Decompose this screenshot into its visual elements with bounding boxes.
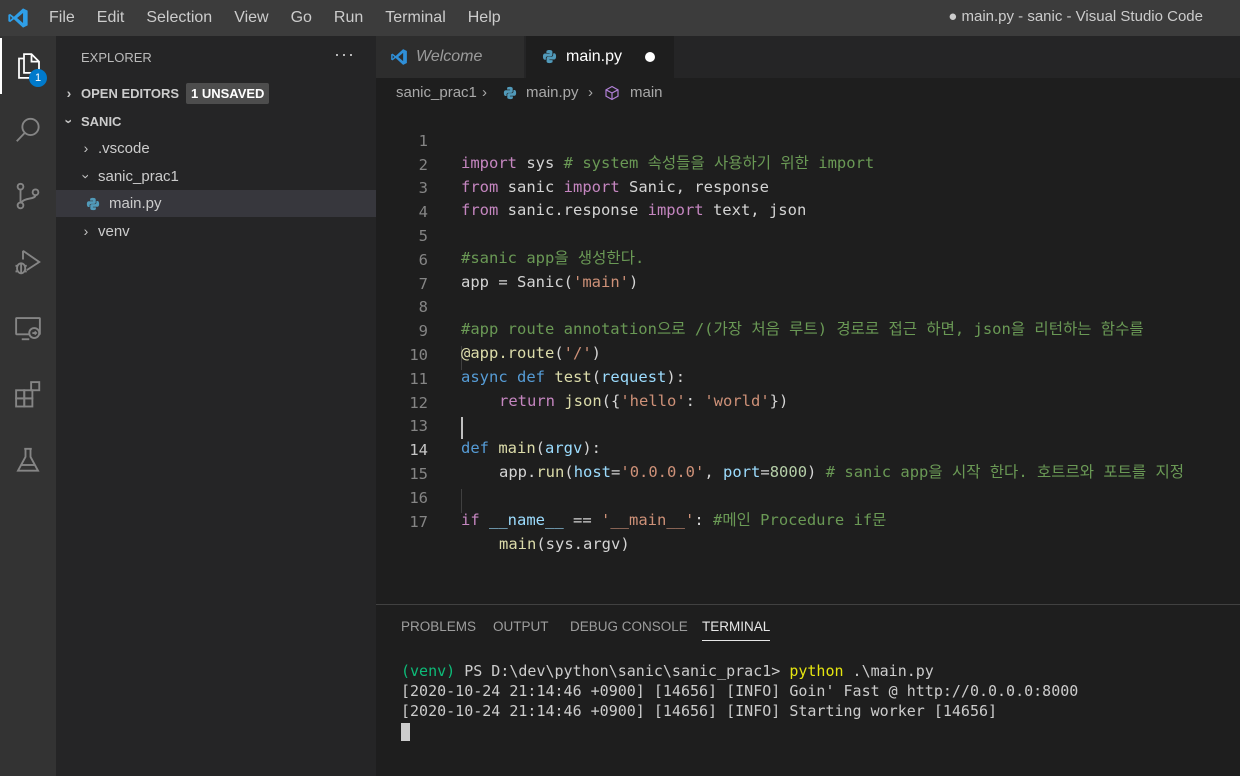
terminal-line: [2020-10-24 21:14:46 +0900] [14656] [INF… (401, 682, 1079, 700)
tree-item-label: main.py (109, 195, 162, 212)
code-line: 5 #sanic app을 생성한다. (418, 227, 645, 267)
explorer-title: EXPLORER (81, 50, 152, 65)
workspace-section[interactable]: › SANIC (56, 108, 376, 135)
bottom-panel: PROBLEMS OUTPUT DEBUG CONSOLE TERMINAL (… (376, 604, 1240, 776)
tree-item-label: venv (98, 223, 130, 240)
remote-explorer-activity-button[interactable] (0, 300, 56, 356)
more-actions-button[interactable]: ··· (334, 44, 355, 65)
run-debug-activity-button[interactable] (0, 234, 56, 290)
activity-bar: 1 (0, 36, 56, 776)
explorer-badge: 1 (29, 69, 47, 87)
menu-selection[interactable]: Selection (135, 0, 223, 36)
code-editor[interactable]: 1 import sys # system 속성들을 사용하기 위한 impor… (376, 108, 1240, 604)
python-file-icon (503, 86, 517, 100)
tab-output[interactable]: OUTPUT (493, 619, 549, 634)
code-line: 1 import sys # system 속성들을 사용하기 위한 impor… (418, 132, 875, 172)
flask-icon (16, 447, 40, 472)
tab-terminal[interactable]: TERMINAL (702, 619, 771, 641)
terminal-output[interactable]: (venv) PS D:\dev\python\sanic\sanic_prac… (401, 661, 1078, 741)
chevron-right-icon: › (482, 84, 487, 101)
menu-run[interactable]: Run (323, 0, 374, 36)
search-activity-button[interactable] (0, 102, 56, 158)
code-line: 15 (409, 465, 428, 483)
prompt-path: PS D:\dev\python\sanic\sanic_prac1> (455, 662, 790, 680)
workspace-label: SANIC (81, 114, 122, 129)
command-arg: .\main.py (843, 662, 934, 680)
editor-tabs: Welcome main.py (376, 36, 1240, 78)
terminal-line: [2020-10-24 21:14:46 +0900] [14656] [INF… (401, 702, 998, 720)
open-editors-section[interactable]: › OPEN EDITORS 1 UNSAVED (56, 80, 376, 107)
code-line: 12 (409, 394, 428, 412)
tab-welcome[interactable]: Welcome (376, 36, 524, 78)
code-line: 16 if __name__ == '__main__': #메인 Proced… (409, 489, 887, 529)
run-debug-icon (15, 249, 41, 275)
vscode-logo-icon (391, 49, 407, 65)
extensions-activity-button[interactable] (0, 366, 56, 422)
menu-bar: File Edit Selection View Go Run Terminal… (38, 0, 512, 36)
command-exe: python (789, 662, 844, 680)
breadcrumb-symbol[interactable]: main (630, 78, 663, 108)
python-file-icon (542, 49, 557, 64)
remote-explorer-icon (15, 317, 41, 341)
code-line: 14 app.run(host='0.0.0.0', port=8000) # … (409, 441, 1184, 481)
tab-debug-console[interactable]: DEBUG CONSOLE (570, 619, 688, 634)
menu-help[interactable]: Help (457, 0, 512, 36)
tree-item-venv[interactable]: › venv (56, 218, 376, 245)
window-title: ● main.py - sanic - Visual Studio Code (948, 8, 1203, 25)
breadcrumb-folder[interactable]: sanic_prac1 (396, 78, 477, 108)
tree-item-label: .vscode (98, 140, 150, 157)
terminal-line: (venv) PS D:\dev\python\sanic\sanic_prac… (401, 662, 934, 680)
explorer-sidebar: EXPLORER ··· › OPEN EDITORS 1 UNSAVED › … (56, 36, 376, 776)
tab-main-py[interactable]: main.py (526, 36, 674, 78)
open-editors-label: OPEN EDITORS (81, 86, 180, 101)
chevron-down-icon: › (61, 119, 78, 124)
code-line: 10 async def test(request): (409, 346, 686, 386)
tree-item-label: sanic_prac1 (98, 168, 179, 185)
python-file-icon (86, 197, 100, 211)
chevron-right-icon: › (588, 84, 593, 101)
source-control-activity-button[interactable] (0, 168, 56, 224)
chevron-right-icon: › (83, 140, 89, 156)
code-line: 2 from sanic import Sanic, response (418, 156, 769, 196)
explorer-activity-button[interactable]: 1 (0, 38, 56, 94)
tab-label: main.py (566, 48, 623, 65)
tree-item-vscode[interactable]: › .vscode (56, 135, 376, 162)
unsaved-dot-icon[interactable] (645, 52, 655, 62)
tab-label: Welcome (416, 48, 483, 65)
chevron-down-icon: › (78, 174, 95, 179)
extensions-icon (15, 381, 41, 408)
title-bar: File Edit Selection View Go Run Terminal… (0, 0, 1240, 36)
chevron-right-icon: › (83, 223, 89, 239)
search-icon (16, 117, 40, 142)
testing-activity-button[interactable] (0, 432, 56, 488)
code-line: 17 main(sys.argv) (409, 513, 630, 553)
vscode-logo-icon (8, 8, 28, 28)
tree-item-main-py[interactable]: main.py (56, 190, 376, 217)
source-control-icon (16, 182, 40, 210)
unsaved-badge: 1 UNSAVED (186, 83, 270, 104)
code-line: 9 @app.route('/') (418, 322, 602, 362)
code-line: 7 (418, 275, 428, 293)
code-line: 8 #app route annotation으로 /(가장 처음 루트) 경로… (418, 298, 1144, 338)
terminal-cursor (401, 722, 410, 741)
menu-go[interactable]: Go (280, 0, 323, 36)
code-line: 13 def main(argv): (409, 417, 602, 457)
code-line: 6 app = Sanic('main') (418, 251, 639, 291)
breadcrumb: sanic_prac1 › main.py › main (376, 78, 1240, 108)
code-line: 3 from sanic.response import text, json (418, 179, 807, 219)
code-line: 11 return json({'hello': 'world'}) (409, 370, 789, 410)
symbol-method-icon (605, 85, 619, 101)
menu-view[interactable]: View (223, 0, 279, 36)
menu-file[interactable]: File (38, 0, 86, 36)
breadcrumb-file[interactable]: main.py (526, 78, 579, 108)
tab-problems[interactable]: PROBLEMS (401, 619, 476, 634)
chevron-right-icon: › (66, 85, 72, 101)
tree-item-sanic-prac1[interactable]: › sanic_prac1 (56, 163, 376, 190)
venv-prompt: (venv) (401, 662, 456, 680)
menu-terminal[interactable]: Terminal (374, 0, 456, 36)
code-line: 4 (418, 203, 428, 221)
menu-edit[interactable]: Edit (86, 0, 136, 36)
